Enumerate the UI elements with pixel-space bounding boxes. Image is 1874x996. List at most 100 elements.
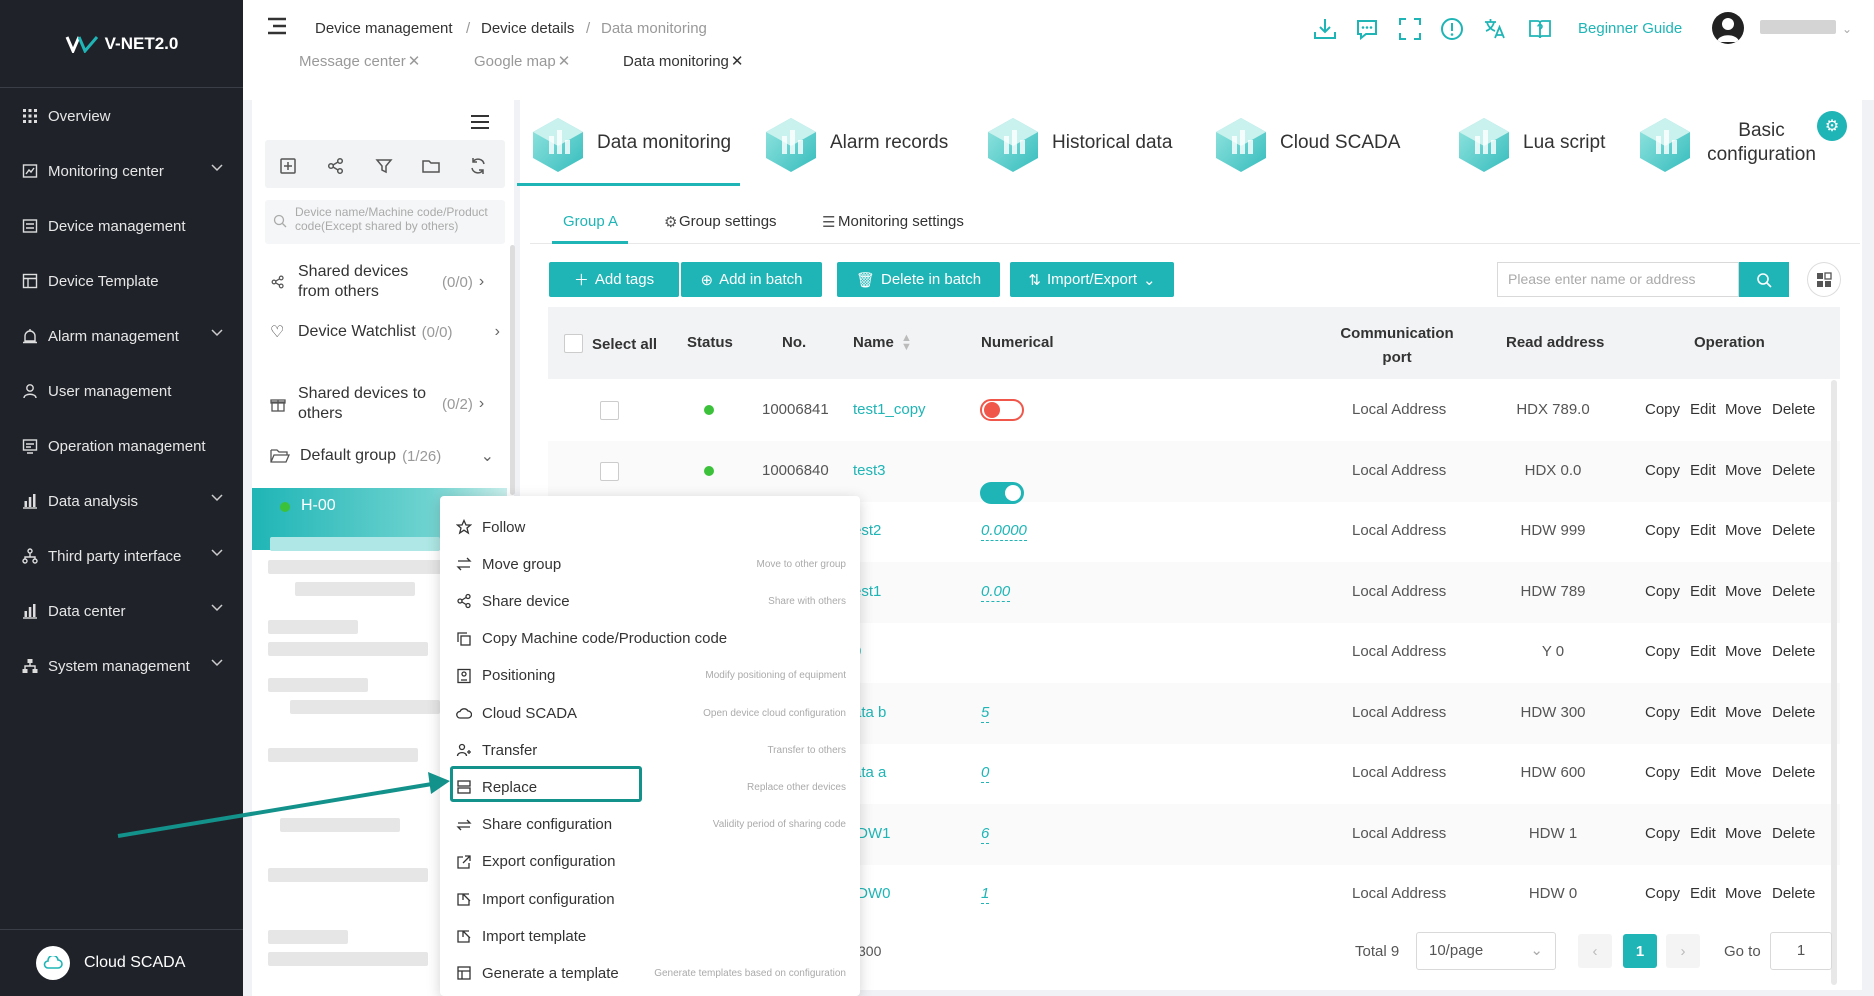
delete-link[interactable]: Delete [1772,885,1815,902]
import-export-button[interactable]: ⇅ Import/Export ⌄ [1010,262,1174,297]
feature-tab-lua-script[interactable]: Lua script [1453,100,1633,186]
edit-link[interactable]: Edit [1690,885,1716,902]
beginner-guide-link[interactable]: Beginner Guide [1578,20,1682,37]
sidebar-item-system-management[interactable]: System management [0,639,243,694]
device-item-blurred[interactable] [268,620,358,634]
copy-link[interactable]: Copy [1645,825,1680,842]
breadcrumb-device-details[interactable]: Device details [481,20,574,37]
device-item-blurred[interactable] [295,582,415,596]
menu-toggle-icon[interactable] [267,17,287,35]
sidebar-item-monitoring-center[interactable]: Monitoring center [0,144,243,199]
row-name-link[interactable]: test1_copy [853,401,926,418]
add-in-batch-button[interactable]: ⊕ Add in batch [681,262,822,297]
move-link[interactable]: Move [1725,401,1762,418]
user-name-blurred[interactable] [1760,20,1836,34]
feature-tab-basic-configuration[interactable]: Basic configuration [1634,100,1854,186]
page-size-select[interactable]: 10/page ⌄ [1416,932,1556,970]
sidebar-item-operation-management[interactable]: Operation management [0,419,243,474]
device-item-blurred[interactable] [268,560,448,574]
sidebar-item-alarm-management[interactable]: Alarm management [0,309,243,364]
edit-link[interactable]: Edit [1690,643,1716,660]
settings-gear-icon[interactable]: ⚙ [1817,111,1847,141]
sidebar-item-data-analysis[interactable]: Data analysis [0,474,243,529]
device-item-blurred[interactable] [268,930,348,944]
select-all-checkbox[interactable] [564,334,583,353]
feature-tab-cloud-scada[interactable]: Cloud SCADA [1210,100,1420,186]
numeric-value[interactable]: 0.0000 [981,522,1027,541]
device-item-blurred[interactable] [268,952,428,966]
edit-link[interactable]: Edit [1690,583,1716,600]
subtab-group-settings[interactable]: Group settings [679,213,777,230]
add-icon[interactable] [278,156,298,176]
numeric-value[interactable]: 0.00 [981,583,1011,602]
device-item-blurred[interactable] [268,748,418,762]
tag-search-input[interactable]: Please enter name or address [1497,262,1739,297]
menu-item-generate-a-template[interactable]: Generate a template Generate templates ba… [456,955,846,991]
edit-link[interactable]: Edit [1690,825,1716,842]
subtab-monitoring-settings[interactable]: Monitoring settings [838,213,964,230]
feature-tab-data-monitoring[interactable]: Data monitoring [527,100,762,186]
edit-link[interactable]: Edit [1690,764,1716,781]
move-link[interactable]: Move [1725,643,1762,660]
delete-link[interactable]: Delete [1772,643,1815,660]
move-link[interactable]: Move [1725,704,1762,721]
copy-link[interactable]: Copy [1645,704,1680,721]
menu-item-positioning[interactable]: Positioning Modify positioning of equipme… [456,658,846,694]
menu-item-transfer[interactable]: Transfer Transfer to others [456,732,846,768]
sort-icon[interactable]: ▲ ▼ [901,333,912,353]
sidebar-item-data-center[interactable]: Data center [0,584,243,639]
shared-from-others-item[interactable]: Shared devices from others (0/0) › [270,262,500,302]
search-button[interactable] [1739,262,1789,297]
edit-link[interactable]: Edit [1690,462,1716,479]
copy-link[interactable]: Copy [1645,401,1680,418]
menu-item-export-configuration[interactable]: Export configuration [456,844,846,880]
menu-item-share-device[interactable]: Share device Share with others [456,583,846,619]
numeric-value[interactable]: 0 [981,764,990,783]
sidebar-item-overview[interactable]: Overview [0,89,243,144]
row-checkbox[interactable] [600,461,619,481]
copy-link[interactable]: Copy [1645,885,1680,902]
row-name-link[interactable]: test3 [853,462,886,479]
sidebar-item-third-party-interface[interactable]: Third party interface [0,529,243,584]
move-link[interactable]: Move [1725,764,1762,781]
row-checkbox[interactable] [600,401,619,420]
move-link[interactable]: Move [1725,522,1762,539]
menu-item-import-template[interactable]: Import template [456,918,846,954]
help-book-icon[interactable] [1527,16,1553,42]
edit-link[interactable]: Edit [1690,704,1716,721]
copy-link[interactable]: Copy [1645,764,1680,781]
sidebar-item-device-template[interactable]: Device Template [0,254,243,309]
move-link[interactable]: Move [1725,825,1762,842]
copy-link[interactable]: Copy [1645,522,1680,539]
shared-to-others-item[interactable]: Shared devices to others (0/2) › [270,384,500,424]
filter-icon[interactable] [374,156,394,176]
numeric-value[interactable]: 5 [981,704,990,723]
app-logo[interactable]: V-NET2.0 [0,0,243,88]
sidebar-item-device-management[interactable]: Device management [0,199,243,254]
device-item-blurred[interactable] [290,700,440,714]
sidebar-cloud-scada[interactable]: Cloud SCADA [0,929,243,996]
menu-item-follow[interactable]: Follow [456,509,846,545]
edit-link[interactable]: Edit [1690,522,1716,539]
device-item-blurred[interactable] [280,818,400,832]
col-select-all[interactable]: Select all [592,336,657,353]
next-page-button[interactable]: › [1666,934,1700,968]
delete-link[interactable]: Delete [1772,764,1815,781]
device-search-input[interactable]: Device name/Machine code/Product code(Ex… [265,200,505,244]
delete-link[interactable]: Delete [1772,401,1815,418]
col-name[interactable]: Name [853,334,894,351]
feature-tab-alarm-records[interactable]: Alarm records [760,100,970,186]
share-icon[interactable] [326,156,346,176]
subtab-group-a[interactable]: Group A [563,213,618,230]
tab-message-center[interactable]: Message center ✕ [299,52,421,71]
close-icon[interactable]: ✕ [408,52,421,70]
refresh-icon[interactable] [468,156,488,176]
avatar[interactable] [1712,12,1744,44]
tab-data-monitoring[interactable]: Data monitoring ✕ [623,52,743,71]
tab-google-map[interactable]: Google map ✕ [474,52,570,71]
delete-link[interactable]: Delete [1772,462,1815,479]
delete-link[interactable]: Delete [1772,704,1815,721]
prev-page-button[interactable]: ‹ [1578,934,1612,968]
layout-grid-button[interactable] [1807,262,1841,297]
delete-in-batch-button[interactable]: 🗑 Delete in batch [837,262,1000,297]
